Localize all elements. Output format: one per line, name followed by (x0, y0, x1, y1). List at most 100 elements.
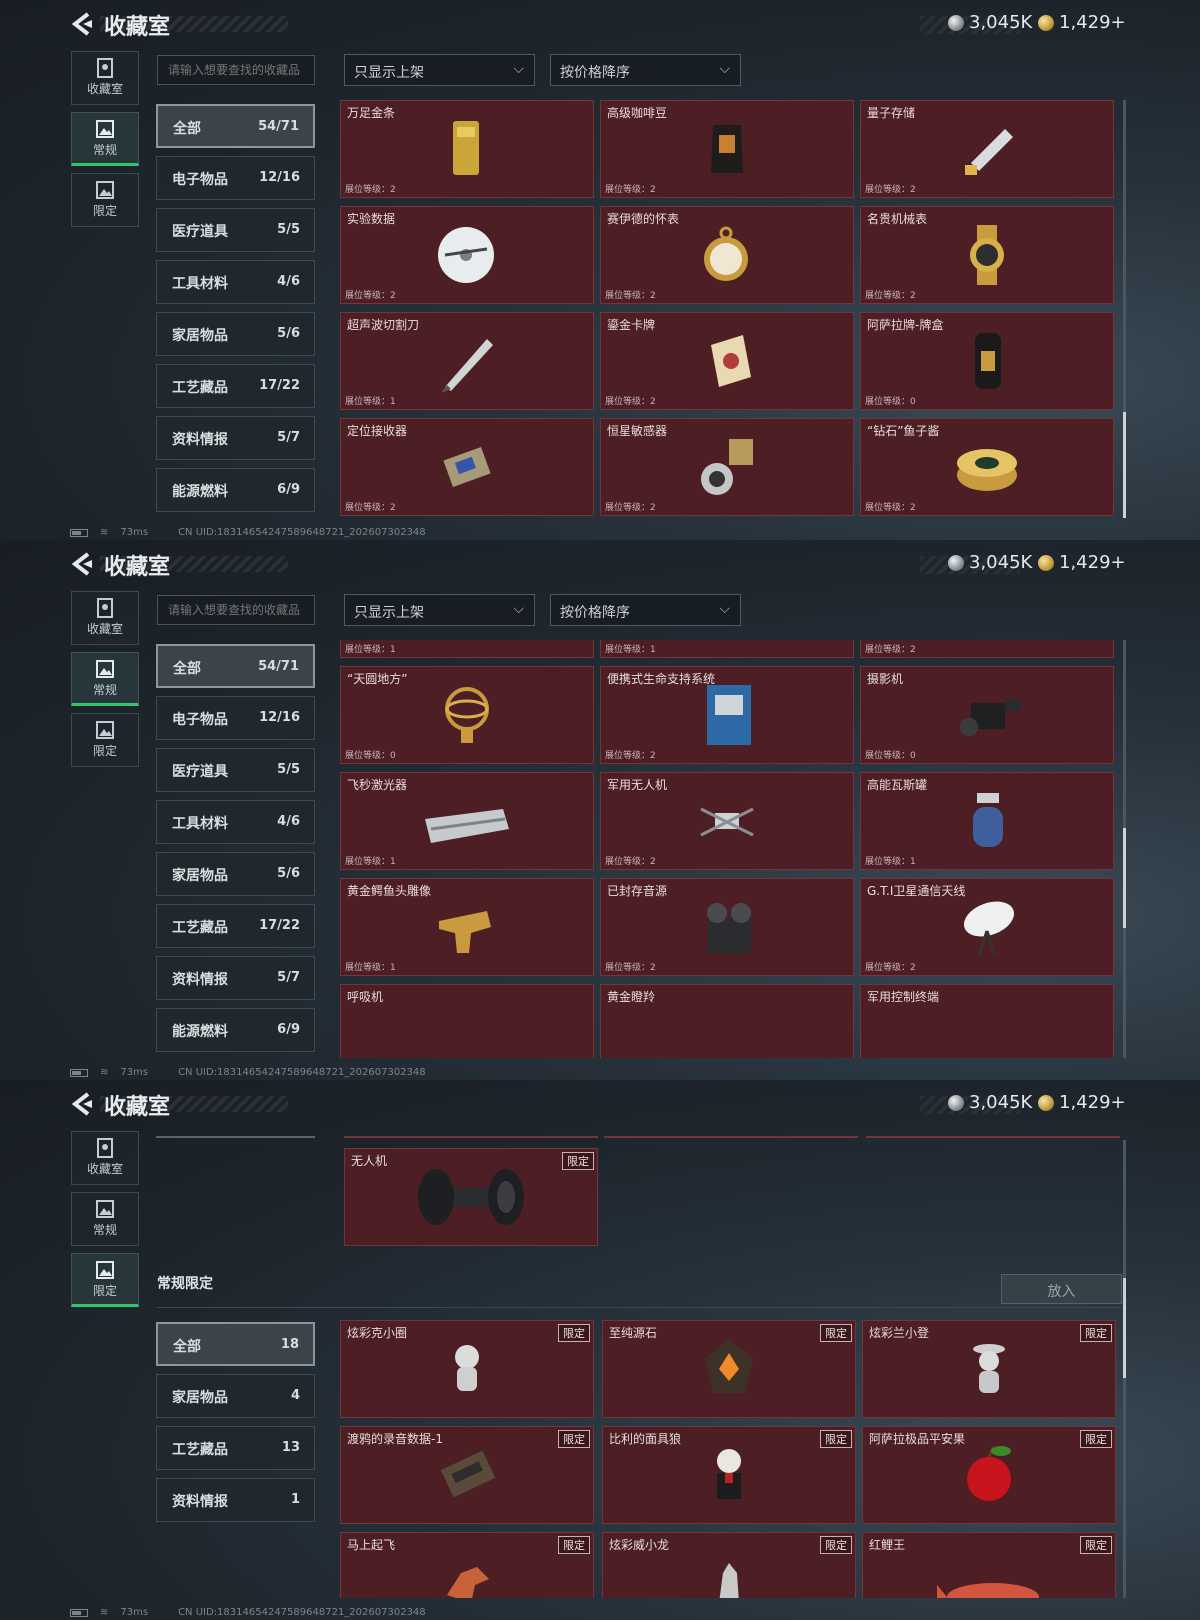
level-label: 展位等级： (605, 291, 651, 301)
category-tab[interactable]: 医疗道具 5/5 (156, 748, 315, 792)
category-tab[interactable]: 能源燃料 6/9 (156, 1008, 315, 1052)
category-tab[interactable]: 资料情报 5/7 (156, 956, 315, 1000)
side-tab-regular[interactable]: 常规 (71, 652, 139, 706)
back-arrow-icon[interactable] (70, 11, 94, 37)
level-value: 2 (910, 963, 916, 973)
collection-card[interactable]: 摄影机 展位等级：0 (860, 666, 1114, 764)
collection-card[interactable]: 呼吸机 (340, 984, 594, 1058)
level-label: 展位等级： (345, 857, 391, 867)
collection-card[interactable]: 炫彩威小龙 限定 (602, 1532, 856, 1598)
collection-card[interactable]: 展位等级：1 (600, 640, 854, 658)
collection-card[interactable]: 鎏金卡牌 展位等级：2 (600, 312, 854, 410)
coffee-bag-icon (711, 125, 743, 173)
category-tab[interactable]: 资料情报 5/7 (156, 416, 315, 460)
level-label: 展位等级： (865, 397, 911, 407)
collection-card[interactable]: 马上起飞 限定 (340, 1532, 594, 1598)
category-tab[interactable]: 工具材料 4/6 (156, 260, 315, 304)
collection-card[interactable]: 阿萨拉牌-牌盒 展位等级：0 (860, 312, 1114, 410)
search-input[interactable] (157, 595, 315, 625)
side-tab-limited[interactable]: 限定 (71, 1253, 139, 1307)
sort-dropdown[interactable]: 按价格降序 ⌵ (550, 54, 741, 86)
category-tab[interactable]: 家居物品 4 (156, 1374, 315, 1418)
booth-level: 展位等级：2 (865, 288, 916, 301)
category-tab[interactable]: 全部 18 (156, 1322, 315, 1366)
category-tab[interactable]: 能源燃料 6/9 (156, 468, 315, 512)
collection-card[interactable]: 量子存储 展位等级：2 (860, 100, 1114, 198)
side-tab-regular[interactable]: 常规 (71, 1192, 139, 1246)
collection-card[interactable]: 便携式生命支持系统 展位等级：2 (600, 666, 854, 764)
collection-card[interactable]: 已封存音源 展位等级：2 (600, 878, 854, 976)
category-tab[interactable]: 医疗道具 5/5 (156, 208, 315, 252)
back-arrow-icon[interactable] (70, 1091, 94, 1117)
collection-card[interactable]: 名贵机械表展位等级：2 (860, 206, 1114, 304)
collection-card[interactable]: 定位接收器 展位等级：2 (340, 418, 594, 516)
card-name: 比利的面具狼 (609, 1432, 682, 1446)
side-tab-collection[interactable]: 收藏室 (71, 1131, 139, 1185)
collection-card[interactable]: 炫彩兰小登 限定 (862, 1320, 1116, 1418)
category-tab[interactable]: 工艺藏品 17/22 (156, 364, 315, 408)
gold-currency[interactable]: 1,429+ (1038, 12, 1126, 33)
collection-card[interactable]: 比利的面具狼 限定 (602, 1426, 856, 1524)
collection-card[interactable]: 飞秒激光器 展位等级：1 (340, 772, 594, 870)
figurine-white-icon (455, 1345, 479, 1391)
gold-currency[interactable]: 1,429+ (1038, 552, 1126, 573)
booth-level: 展位等级：1 (865, 854, 916, 867)
booth-level: 展位等级：2 (605, 854, 656, 867)
scrollbar-thumb[interactable] (1123, 1278, 1126, 1378)
booth-level: 展位等级：2 (605, 182, 656, 195)
category-tab[interactable]: 工艺藏品 17/22 (156, 904, 315, 948)
category-tab[interactable]: 工艺藏品 13 (156, 1426, 315, 1470)
collection-card[interactable]: 黄金瞪羚 (600, 984, 854, 1058)
collection-card[interactable]: 至纯源石 限定 (602, 1320, 856, 1418)
side-tab-limited[interactable]: 限定 (71, 173, 139, 227)
display-filter-dropdown[interactable]: 只显示上架 ⌵ (344, 594, 535, 626)
collection-card[interactable]: 恒星敏感器 展位等级：2 (600, 418, 854, 516)
collection-card[interactable]: 展位等级：1 (340, 640, 594, 658)
back-arrow-icon[interactable] (70, 551, 94, 577)
collection-card[interactable]: 红鲤王 限定 (862, 1532, 1116, 1598)
category-tab[interactable]: 工具材料 4/6 (156, 800, 315, 844)
silver-coin-icon (948, 1094, 964, 1111)
category-tab[interactable]: 资料情报 1 (156, 1478, 315, 1522)
collection-card[interactable]: 渡鸦的录音数据-1 限定 (340, 1426, 594, 1524)
category-tab[interactable]: 全部 54/71 (156, 104, 315, 148)
scrollbar-thumb[interactable] (1123, 412, 1126, 518)
collection-card[interactable]: G.T.I卫星通信天线 展位等级：2 (860, 878, 1114, 976)
level-label: 展位等级： (865, 857, 911, 867)
card-name: 名贵机械表 (867, 212, 928, 226)
collection-card[interactable]: 展位等级：2 (860, 640, 1114, 658)
collection-card[interactable]: 赛伊德的怀表 展位等级：2 (600, 206, 854, 304)
picture-icon (96, 181, 114, 199)
collection-card[interactable]: “天圆地方” 展位等级：0 (340, 666, 594, 764)
collection-card[interactable]: 军用控制终端 (860, 984, 1114, 1058)
side-tab-collection[interactable]: 收藏室 (71, 591, 139, 645)
collection-card[interactable]: 高级咖啡豆 展位等级：2 (600, 100, 854, 198)
category-tab[interactable]: 家居物品 5/6 (156, 312, 315, 356)
side-tab-limited[interactable]: 限定 (71, 713, 139, 767)
side-tab-regular[interactable]: 常规 (71, 112, 139, 166)
collection-card[interactable]: “钻石”鱼子酱 展位等级：2 (860, 418, 1114, 516)
collection-card[interactable]: 军用无人机 展位等级：2 (600, 772, 854, 870)
sort-dropdown[interactable]: 按价格降序 ⌵ (550, 594, 741, 626)
scrollbar-thumb[interactable] (1123, 828, 1126, 928)
side-tab-collection[interactable]: 收藏室 (71, 51, 139, 105)
collection-card[interactable]: 黄金鳄鱼头雕像 展位等级：1 (340, 878, 594, 976)
category-tab[interactable]: 电子物品 12/16 (156, 696, 315, 740)
collection-card-drone-part[interactable]: 无人机 限定 (344, 1148, 598, 1246)
collection-card[interactable]: 高能瓦斯罐 展位等级：1 (860, 772, 1114, 870)
collection-card[interactable]: 万足金条 展位等级：2 (340, 100, 594, 198)
collection-card[interactable]: 阿萨拉极品平安果 限定 (862, 1426, 1116, 1524)
collection-card[interactable]: 超声波切割刀 展位等级：1 (340, 312, 594, 410)
display-filter-dropdown[interactable]: 只显示上架 ⌵ (344, 54, 535, 86)
top-bar: 收藏室 3,045K 1,429+ (0, 1080, 1200, 1126)
category-tab[interactable]: 全部 54/71 (156, 644, 315, 688)
collection-card[interactable]: 炫彩克小圈 限定 (340, 1320, 594, 1418)
booth-level: 展位等级：2 (865, 182, 916, 195)
search-input[interactable] (157, 55, 315, 85)
category-tab[interactable]: 电子物品 12/16 (156, 156, 315, 200)
screen-panel-2: 收藏室 3,045K 1,429+ 收藏室 常规 限定 只显示上架 ⌵ 按价格降序… (0, 540, 1200, 1080)
gold-currency[interactable]: 1,429+ (1038, 1092, 1126, 1113)
put-in-button[interactable]: 放入 (1001, 1274, 1122, 1304)
collection-card[interactable]: 实验数据 展位等级：2 (340, 206, 594, 304)
category-tab[interactable]: 家居物品 5/6 (156, 852, 315, 896)
